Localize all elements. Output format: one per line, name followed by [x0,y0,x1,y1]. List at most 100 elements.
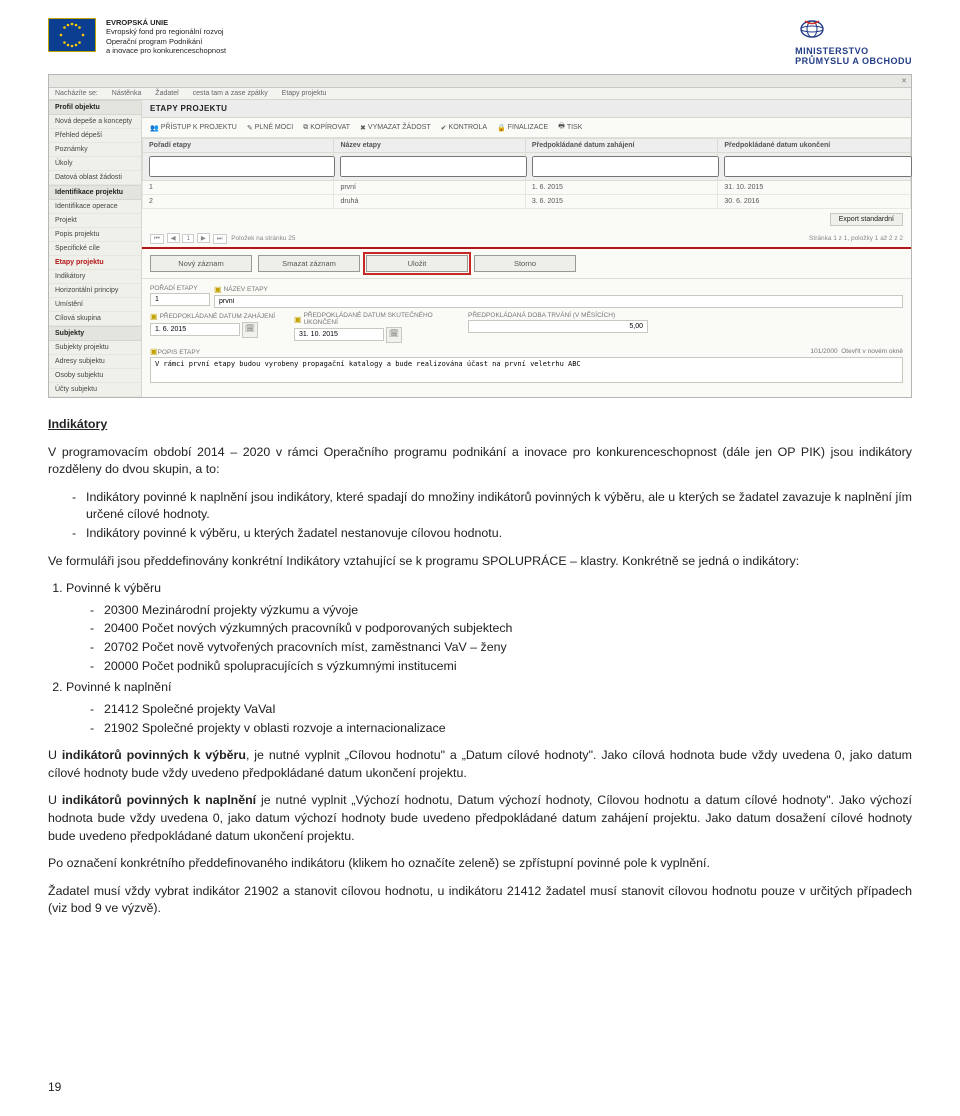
toolbar-delete-button[interactable]: ✖ VYMAZAT ŽÁDOST [360,122,431,133]
pager: ⏮ ◀ 1 ▶ ⏭ Položek na stránku 25 Stránka … [142,230,911,247]
list-item: Indikátory povinné k výběru, u kterých ž… [72,525,912,543]
breadcrumb-current: Etapy projektu [282,90,327,97]
sidebar-item[interactable]: Poznámky [49,143,141,157]
sidebar-section: Subjekty [49,326,141,341]
start-date-input[interactable] [150,323,240,336]
list-item: Indikátory povinné k naplnění jsou indik… [72,489,912,524]
breadcrumb-link[interactable]: cesta tam a zase zpátky [193,90,268,97]
app-screenshot: ✕ Nacházíte se: Nástěnka Žadatel cesta t… [48,74,912,398]
label-duration: PŘEDPOKLÁDANÁ DOBA TRVÁNÍ (V MĚSÍCÍCH) [468,312,648,319]
delete-record-button[interactable]: Smazat záznam [258,255,360,272]
list-item: 20300 Mezinárodní projekty výzkumu a výv… [90,602,912,620]
table-filter[interactable] [718,153,911,181]
record-actions: Nový záznam Smazat záznam Uložit Storno [142,247,911,279]
open-new-window-link[interactable]: Otevřít v novém okně [841,348,903,355]
list-item: 21902 Společné projekty v oblasti rozvoj… [90,720,912,738]
sidebar-item[interactable]: Úkoly [49,157,141,171]
table-header[interactable]: Pořadí etapy [143,139,334,153]
calendar-icon[interactable]: 🗓 [386,327,402,343]
sidebar-item[interactable]: Nová depeše a koncepty [49,115,141,129]
toolbar-finalize-button[interactable]: 🔒 FINALIZACE [497,122,548,133]
eu-logo-block: EVROPSKÁ UNIE Evropský fond pro regionál… [48,18,226,56]
sidebar-item[interactable]: Specifické cíle [49,242,141,256]
page-header: EVROPSKÁ UNIE Evropský fond pro regionál… [48,18,912,66]
pager-summary: Stránka 1 z 1, položky 1 až 2 z 2 [809,235,903,242]
calendar-icon[interactable]: 🗓 [242,322,258,338]
sidebar-item[interactable]: Účty subjektu [49,383,141,397]
toolbar-check-button[interactable]: ✔ KONTROLA [441,122,487,133]
list-item: 20000 Počet podniků spolupracujících s v… [90,658,912,676]
list-item: 20702 Počet nově vytvořených pracovních … [90,639,912,657]
new-record-button[interactable]: Nový záznam [150,255,252,272]
table-filter[interactable] [143,153,334,181]
section-heading: Indikátory [48,417,107,431]
stage-form: POŘADÍ ETAPY ▣NÁZEV ETAPY ▣PŘEDPOKLÁDANÉ… [142,279,911,395]
sidebar-item[interactable]: Osoby subjektu [49,369,141,383]
paragraph: Po označení konkrétního předdefinovaného… [48,855,912,873]
main-panel: ETAPY PROJEKTU 👥 PŘÍSTUP K PROJEKTU ✎ PL… [142,100,911,397]
window-titlebar: ✕ [49,75,911,88]
save-button[interactable]: Uložit [366,255,468,272]
list-item: 20400 Počet nových výzkumných pracovníků… [90,620,912,638]
table-filter[interactable] [334,153,525,181]
table-header[interactable]: Předpokládané datum zahájení [525,139,718,153]
sidebar-item[interactable]: Umístění [49,298,141,312]
paragraph: Ve formuláři jsou předdefinovány konkrét… [48,553,912,571]
sidebar-section: Profil objektu [49,100,141,115]
pager-last-button[interactable]: ⏭ [213,234,227,244]
list-item: 21412 Společné projekty VaVaI [90,701,912,719]
paragraph: U indikátorů povinných k naplnění je nut… [48,792,912,845]
cancel-button[interactable]: Storno [474,255,576,272]
label-name: ▣NÁZEV ETAPY [214,285,903,294]
sidebar-item[interactable]: Subjekty projektu [49,341,141,355]
name-input[interactable] [214,295,903,308]
eu-flag-icon [48,18,96,52]
table-filter[interactable] [525,153,718,181]
sidebar-item[interactable]: Identifikace operace [49,200,141,214]
label-end-date: ▣PŘEDPOKLÁDANÉ DATUM SKUTEČNÉHO UKONČENÍ [294,312,464,326]
table-header[interactable]: Název etapy [334,139,525,153]
sidebar-item[interactable]: Datová oblast žádosti [49,171,141,185]
end-date-input[interactable] [294,328,384,341]
pager-pagesize[interactable]: Položek na stránku 25 [231,235,295,242]
label-order: POŘADÍ ETAPY [150,285,210,292]
panel-title: ETAPY PROJEKTU [142,100,911,118]
pager-next-button[interactable]: ▶ [197,233,210,243]
close-icon[interactable]: ✕ [901,77,907,85]
label-start-date: ▣PŘEDPOKLÁDANÉ DATUM ZAHÁJENÍ [150,312,290,321]
pager-first-button[interactable]: ⏮ [150,234,164,244]
duration-input[interactable] [468,320,648,333]
label-description: POPIS ETAPY [158,349,201,356]
eu-text: EVROPSKÁ UNIE Evropský fond pro regionál… [106,18,226,56]
export-bar: Export standardní [150,213,903,226]
breadcrumb-link[interactable]: Nástěnka [112,90,142,97]
table-row[interactable]: 1první1. 6. 201531. 10. 2015 [143,181,911,195]
order-input[interactable] [150,293,210,306]
sidebar-item[interactable]: Indikátory [49,270,141,284]
sidebar-item[interactable]: Popis projektu [49,228,141,242]
export-button[interactable]: Export standardní [830,213,903,226]
description-textarea[interactable]: V rámci první etapy budou vyrobeny propa… [150,357,903,383]
toolbar-print-button[interactable]: 🖶 TISK [558,122,582,133]
stages-table: Pořadí etapy Název etapy Předpokládané d… [142,138,911,209]
sidebar-item[interactable]: Cílová skupina [49,312,141,326]
sidebar-item[interactable]: Projekt [49,214,141,228]
document-body: Indikátory V programovacím období 2014 –… [48,416,912,918]
sidebar-item[interactable]: Přehled dépeší [49,129,141,143]
sidebar-item-active[interactable]: Etapy projektu [49,256,141,270]
toolbar-access-button[interactable]: 👥 PŘÍSTUP K PROJEKTU [150,122,237,133]
page-number: 19 [48,1080,61,1094]
sidebar-item[interactable]: Horizontální principy [49,284,141,298]
breadcrumb: Nacházíte se: Nástěnka Žadatel cesta tam… [49,88,911,100]
toolbar-power-button[interactable]: ✎ PLNÉ MOCI [247,122,293,133]
char-counter: 101/2000 [810,348,837,355]
paragraph: U indikátorů povinných k výběru, je nutn… [48,747,912,782]
pager-page[interactable]: 1 [182,234,194,243]
sidebar-item[interactable]: Adresy subjektu [49,355,141,369]
toolbar-copy-button[interactable]: ⧉ KOPÍROVAT [303,122,350,133]
table-header[interactable]: Předpokládané datum ukončení [718,139,911,153]
table-row[interactable]: 2druhá3. 6. 201530. 6. 2016 [143,195,911,209]
breadcrumb-link[interactable]: Žadatel [155,90,178,97]
list-item: Povinné k výběru 20300 Mezinárodní proje… [66,580,912,675]
pager-prev-button[interactable]: ◀ [167,233,180,243]
